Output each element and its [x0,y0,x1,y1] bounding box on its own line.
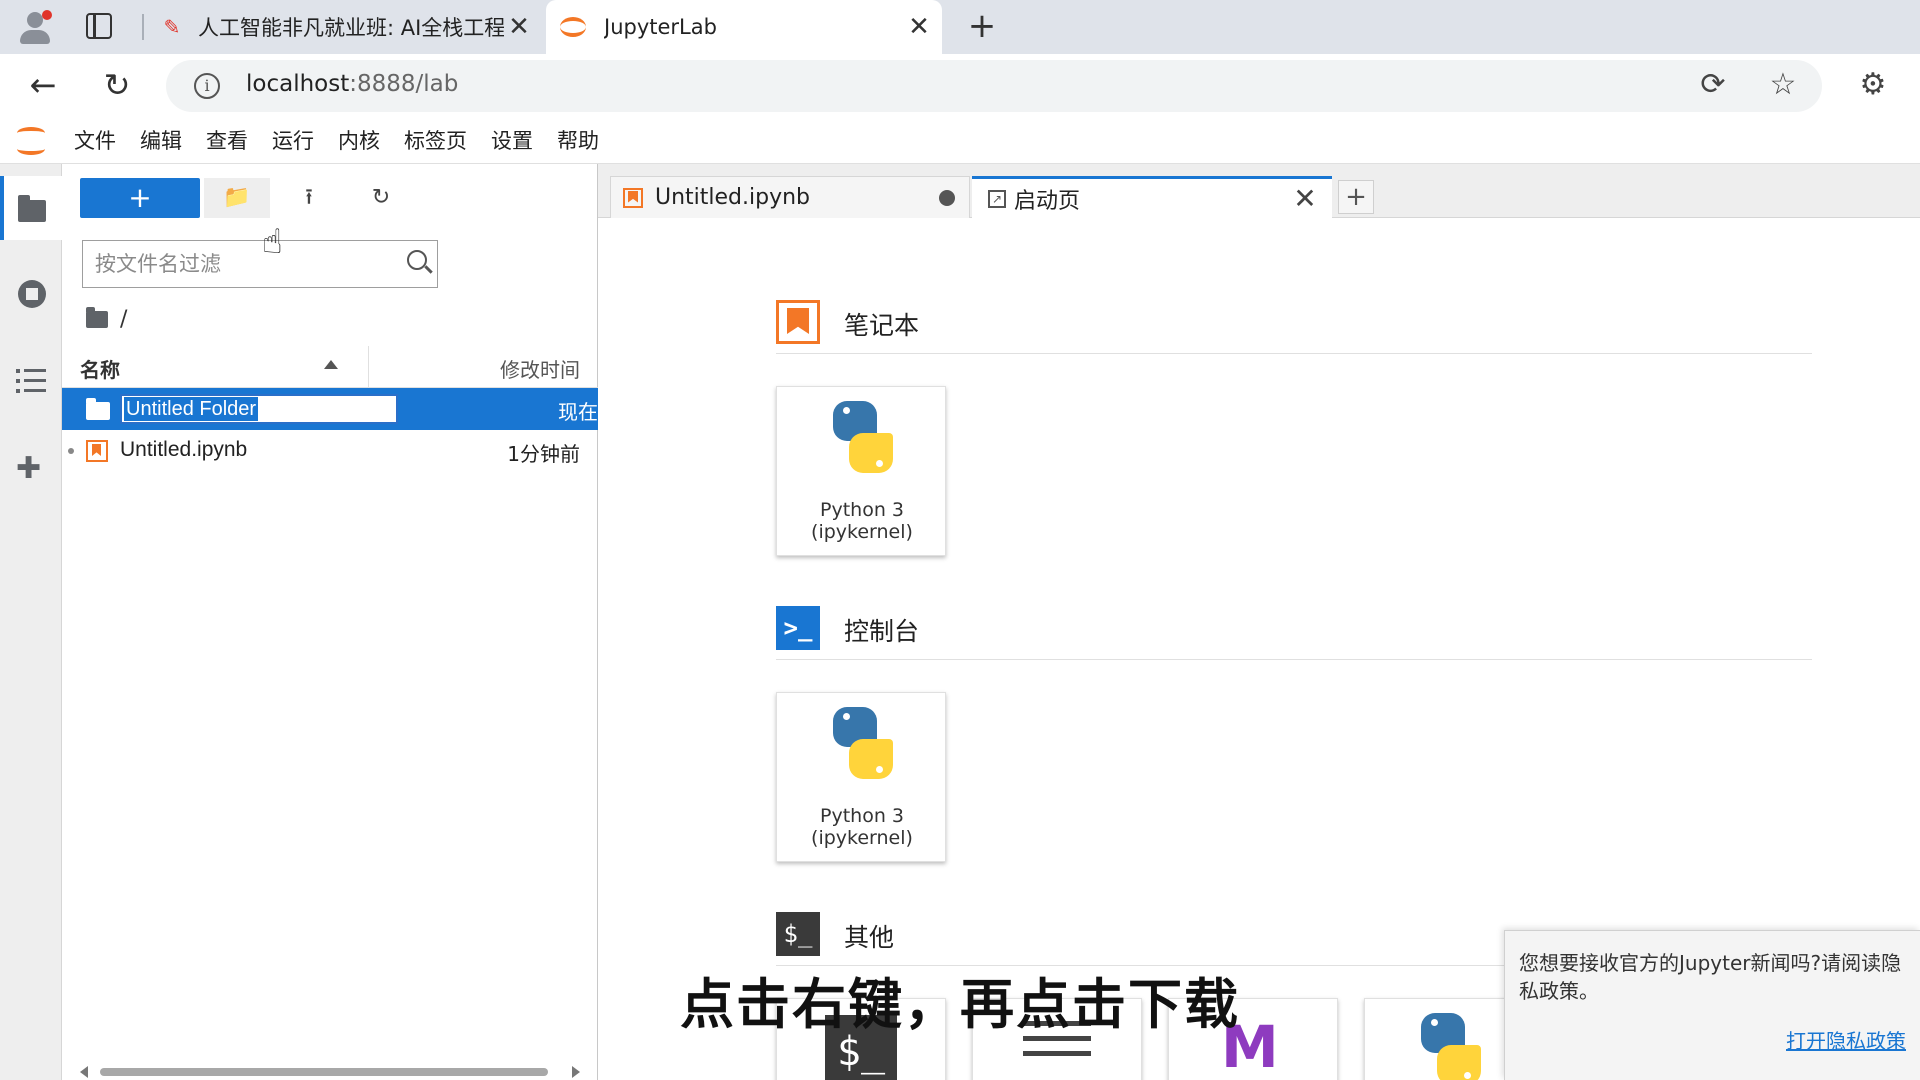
extensions-icon[interactable]: ⚙ [1852,64,1894,106]
file-filter-box [82,240,438,288]
menu-tabs[interactable]: 标签页 [392,118,479,164]
notebook-icon [86,440,108,462]
browser-tab-jupyterlab[interactable]: JupyterLab ✕ [546,0,942,54]
browser-tab-title: JupyterLab [604,15,717,39]
horizontal-scrollbar[interactable] [80,1066,580,1078]
new-tab-button[interactable]: + [962,6,1002,46]
folder-icon [18,195,46,222]
new-folder-icon[interactable]: 📁 [204,178,270,218]
menu-items: 文件 编辑 查看 运行 内核 标签页 设置 帮助 [62,118,611,164]
column-name-header[interactable]: 名称 [80,354,120,383]
jupyter-menubar: 文件 编辑 查看 运行 内核 标签页 设置 帮助 [0,118,1920,164]
add-tab-button[interactable]: + [1338,180,1374,214]
terminal-icon: $_ [776,912,820,956]
url-text[interactable]: localhost:8888/lab [246,71,458,97]
launcher-card-console-python3[interactable]: Python 3 (ipykernel) [776,692,946,862]
section-title: 控制台 [844,617,920,646]
unsaved-dot-icon[interactable] [939,189,955,206]
browser-tab-strip: ✎ 人工智能非凡就业班: AI全栈工程 ✕ JupyterLab ✕ + [0,0,1920,54]
file-list-header: 名称 修改时间 [62,346,598,388]
tab-label: 启动页 [1014,188,1081,214]
section-header: 笔记本 [776,300,1812,354]
tab-actions-icon[interactable] [86,13,112,39]
hand-cursor-icon: ☝ [262,222,283,262]
running-kernels-tab[interactable] [12,274,50,312]
folder-icon [86,306,108,328]
breadcrumb[interactable]: / [86,304,127,334]
modified-time: 1分钟前 [507,442,580,466]
file-browser-toolbar: + 📁 ⭱ ↻ [80,178,414,218]
column-divider[interactable] [368,346,369,388]
activity-bar: ✚ [0,164,62,1080]
file-browser-panel: + 📁 ⭱ ↻ / 名称 修改时间 Untitled Folder 现在 Unt… [62,164,598,1080]
launcher-card-notebook-python3[interactable]: Python 3 (ipykernel) [776,386,946,556]
stop-circle-icon [18,280,46,308]
list-item[interactable]: Untitled Folder 现在 [62,388,598,430]
close-tab-icon[interactable]: ✕ [504,12,534,42]
console-icon: >_ [776,606,820,650]
python-logo-icon [827,707,899,779]
launch-icon: ↗ [988,189,1006,208]
menu-help[interactable]: 帮助 [545,118,611,164]
browser-tab-course[interactable]: ✎ 人工智能非凡就业班: AI全栈工程 ✕ [146,0,542,54]
extension-manager-tab[interactable]: ✚ [12,450,50,488]
column-modified-header[interactable]: 修改时间 [500,354,580,383]
search-icon [407,250,427,270]
breadcrumb-path[interactable]: / [120,307,127,332]
file-filter-input[interactable] [95,249,385,279]
jupyter-logo-icon [14,124,48,158]
site-info-icon[interactable]: i [194,73,220,99]
section-header: >_ 控制台 [776,606,1812,660]
reload-icon[interactable]: ↻ [96,64,138,106]
modified-time: 现在 [558,400,598,424]
notebook-icon [776,300,820,344]
menu-settings[interactable]: 设置 [479,118,545,164]
menu-edit[interactable]: 编辑 [128,118,194,164]
browser-toolbar: ← ↻ i localhost:8888/lab ⟳ ☆ ⚙ [0,54,1920,118]
file-name: Untitled.ipynb [120,438,248,461]
jupyter-favicon-icon [560,17,586,37]
menu-view[interactable]: 查看 [194,118,260,164]
rename-input[interactable]: Untitled Folder [120,394,398,424]
scroll-left-icon[interactable] [80,1066,88,1078]
folder-icon [86,398,110,420]
file-browser-tab[interactable] [0,176,62,240]
main-tab-bar: Untitled.ipynb ↗ 启动页 ✕ + [598,164,1920,218]
tab-separator [142,14,144,40]
bookmark-star-icon[interactable]: ☆ [1762,64,1804,106]
tab-launcher[interactable]: ↗ 启动页 ✕ [972,176,1332,218]
tab-untitled-notebook[interactable]: Untitled.ipynb [610,176,970,218]
section-title: 其他 [844,923,895,952]
python-logo-icon [827,401,899,473]
tab-label: Untitled.ipynb [655,185,811,210]
close-icon[interactable]: ✕ [1290,182,1320,215]
new-launcher-button[interactable]: + [80,178,200,218]
refresh-icon[interactable]: ↻ [348,178,414,218]
list-icon [16,368,46,394]
section-title: 笔记本 [844,311,920,340]
notebook-icon [623,187,643,208]
close-tab-icon[interactable]: ✕ [904,12,934,42]
puzzle-icon: ✚ [16,451,42,486]
scrollbar-thumb[interactable] [100,1068,548,1076]
card-label: Python 3 (ipykernel) [811,805,913,849]
menu-kernel[interactable]: 内核 [326,118,392,164]
pen-favicon-icon: ✎ [163,15,181,39]
video-subtitle: 点击右键，再点击下载 [680,973,1240,1036]
back-arrow-icon[interactable]: ← [22,64,64,106]
list-item[interactable]: Untitled.ipynb 1分钟前 [62,430,598,472]
card-label: Python 3 (ipykernel) [811,499,913,543]
menu-run[interactable]: 运行 [260,118,326,164]
menu-file[interactable]: 文件 [62,118,128,164]
address-bar[interactable]: i localhost:8888/lab [166,60,1822,112]
sync-icon[interactable]: ⟳ [1692,64,1734,106]
table-of-contents-tab[interactable] [12,362,50,400]
scroll-right-icon[interactable] [572,1066,580,1078]
running-indicator [68,448,74,454]
sort-ascending-icon[interactable] [324,360,338,369]
browser-tab-title: 人工智能非凡就业班: AI全栈工程 [198,16,504,40]
profile-avatar-icon[interactable] [14,6,56,48]
upload-icon[interactable]: ⭱ [276,178,342,218]
